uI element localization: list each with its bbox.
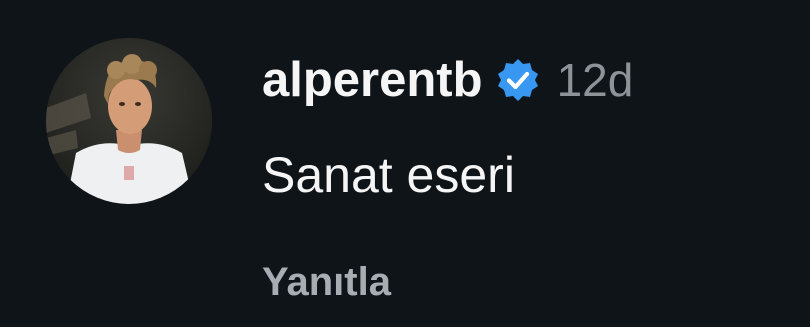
timestamp: 12d [556,54,634,106]
avatar-image [46,38,212,204]
comment-text: Sanat eseri [262,147,515,203]
avatar[interactable] [46,38,212,204]
verified-badge-icon [495,57,541,103]
comment-header: alperentb 12d [262,50,633,110]
username[interactable]: alperentb [262,55,483,105]
reply-button[interactable]: Yanıtla [262,262,391,302]
comment: alperentb 12d Sanat eseri Yanıtla [0,0,810,327]
